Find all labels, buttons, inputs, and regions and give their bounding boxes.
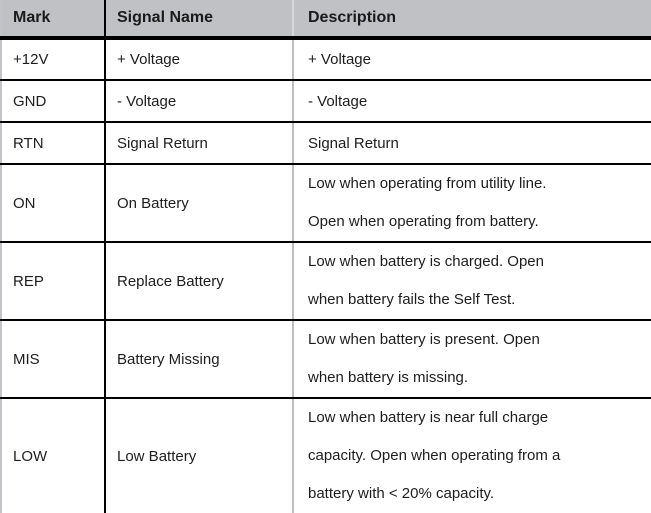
cell-mark: MIS (0, 320, 106, 399)
cell-description: Low when battery is charged. Open when b… (293, 242, 651, 321)
cell-description: Low when operating from utility line. Op… (293, 164, 651, 243)
cell-signal-name: Signal Return (105, 122, 294, 165)
table-row: +12V + Voltage + Voltage (0, 38, 651, 81)
description-line: Low when battery is near full charge (308, 409, 549, 426)
description-line: when battery fails the Self Test. (308, 291, 516, 308)
description-line: Low when battery is charged. Open (308, 253, 544, 270)
table-row: GND - Voltage - Voltage (0, 80, 651, 123)
cell-signal-name: - Voltage (105, 80, 294, 123)
cell-signal-name: On Battery (105, 164, 294, 243)
cell-mark: RTN (0, 122, 106, 165)
table-row: REP Replace Battery Low when battery is … (0, 242, 651, 321)
column-header-mark: Mark (0, 0, 106, 40)
description-line: Open when operating from battery. (308, 213, 539, 230)
description-line: when battery is missing. (308, 369, 469, 386)
description-line: Signal Return (308, 134, 399, 152)
table-row: ON On Battery Low when operating from ut… (0, 164, 651, 243)
cell-mark: ON (0, 164, 106, 243)
cell-mark: +12V (0, 38, 106, 81)
table-row: RTN Signal Return Signal Return (0, 122, 651, 165)
cell-mark: GND (0, 80, 106, 123)
cell-signal-name: Replace Battery (105, 242, 294, 321)
description-line: battery with < 20% capacity. (308, 485, 495, 502)
cell-description: Low when battery is near full charge cap… (293, 398, 651, 513)
cell-description: Signal Return (293, 122, 651, 165)
table-body: +12V + Voltage + Voltage GND - Voltage -… (0, 38, 651, 513)
cell-description: Low when battery is present. Open when b… (293, 320, 651, 399)
cell-mark: LOW (0, 398, 106, 513)
cell-signal-name: + Voltage (105, 38, 294, 81)
description-line: capacity. Open when operating from a (308, 447, 561, 464)
cell-description: - Voltage (293, 80, 651, 123)
cell-description: + Voltage (293, 38, 651, 81)
column-header-description: Description (293, 0, 651, 40)
column-header-signal-name: Signal Name (105, 0, 294, 40)
table-row: MIS Battery Missing Low when battery is … (0, 320, 651, 399)
description-line: - Voltage (308, 92, 368, 110)
table-header: Mark Signal Name Description (0, 0, 651, 40)
cell-signal-name: Battery Missing (105, 320, 294, 399)
table-row: LOW Low Battery Low when battery is near… (0, 398, 651, 513)
table-header-row: Mark Signal Name Description (0, 0, 651, 40)
description-line: + Voltage (308, 51, 371, 68)
cell-mark: REP (0, 242, 106, 321)
cell-signal-name: Low Battery (105, 398, 294, 513)
description-line: Low when operating from utility line. (308, 175, 547, 192)
signal-pin-description-table: Mark Signal Name Description +12V + Volt… (0, 0, 651, 513)
description-line: Low when battery is present. Open (308, 331, 540, 348)
